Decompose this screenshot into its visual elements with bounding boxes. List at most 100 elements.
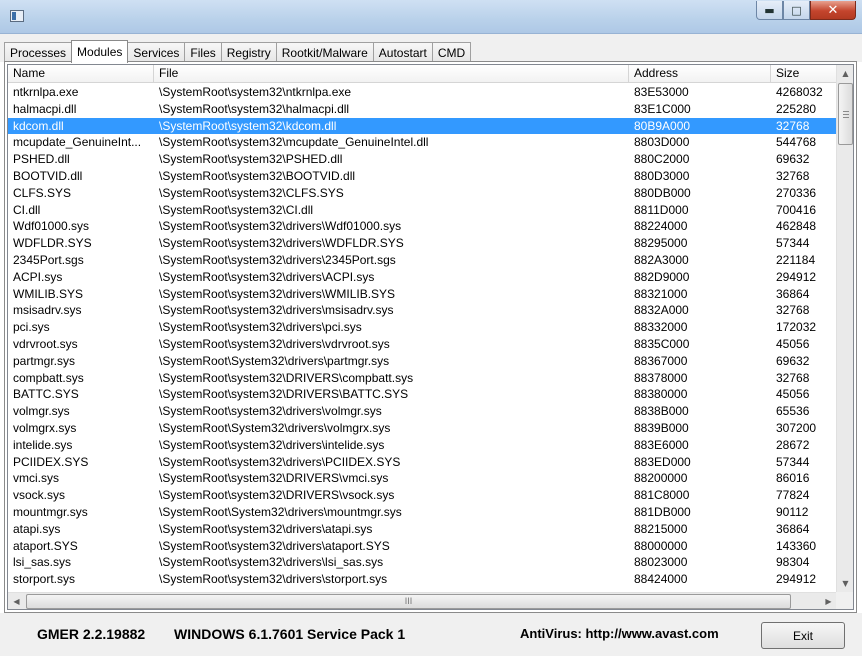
module-address: 88224000 — [634, 219, 688, 234]
title-bar: ▬ □ ✕ — [0, 0, 862, 34]
module-size: 69632 — [776, 353, 810, 368]
table-row[interactable]: intelide.sys \SystemRoot\system32\drivers… — [8, 437, 837, 454]
column-header-size[interactable]: Size — [771, 65, 837, 83]
table-row[interactable]: BOOTVID.dll \SystemRoot\system32\BOOTVID.… — [8, 168, 837, 185]
column-header-name[interactable]: Name — [8, 65, 154, 83]
module-size: 32768 — [776, 303, 810, 318]
module-address: 8832A000 — [634, 303, 689, 318]
module-name: BOOTVID.dll — [13, 168, 83, 183]
table-row[interactable]: PSHED.dll \SystemRoot\system32\PSHED.dll 8… — [8, 151, 837, 168]
module-address: 8839B000 — [634, 420, 689, 435]
module-file: \SystemRoot\system32\drivers\WDFLDR.SYS — [159, 236, 404, 251]
table-row[interactable]: ACPI.sys \SystemRoot\system32\drivers\ACP… — [8, 269, 837, 286]
table-row[interactable]: partmgr.sys \SystemRoot\System32\drivers\… — [8, 353, 837, 370]
scrollbar-corner — [836, 592, 853, 609]
module-address: 88378000 — [634, 370, 688, 385]
table-row[interactable]: pci.sys \SystemRoot\system32\drivers\pci.… — [8, 319, 837, 336]
module-size: 69632 — [776, 152, 810, 167]
table-row[interactable]: volmgr.sys \SystemRoot\system32\drivers\v… — [8, 403, 837, 420]
table-row[interactable]: storport.sys \SystemRoot\system32\drivers… — [8, 571, 837, 588]
horizontal-scroll-thumb[interactable]: III — [26, 594, 791, 609]
table-row[interactable]: vmci.sys \SystemRoot\system32\DRIVERS\vmc… — [8, 470, 837, 487]
module-file: \SystemRoot\system32\kdcom.dll — [159, 118, 337, 133]
module-name: volmgrx.sys — [13, 420, 77, 435]
table-row[interactable]: kdcom.dll \SystemRoot\system32\kdcom.dll 8… — [8, 117, 837, 135]
tab-registry[interactable]: Registry — [220, 42, 277, 62]
tab-files[interactable]: Files — [184, 42, 222, 62]
module-address: 880DB000 — [634, 185, 691, 200]
vertical-scroll-thumb[interactable] — [838, 83, 853, 145]
module-size: 45056 — [776, 387, 810, 402]
module-size: 307200 — [776, 420, 817, 435]
module-size: 86016 — [776, 471, 810, 486]
module-address: 88332000 — [634, 320, 688, 335]
app-icon — [10, 10, 24, 22]
scroll-right-icon[interactable]: ▶ — [820, 593, 837, 609]
scroll-up-icon[interactable]: ▲ — [837, 65, 853, 82]
module-name: BATTC.SYS — [13, 387, 79, 402]
table-row[interactable]: mcupdate_GenuineInt... \SystemRoot\system… — [8, 134, 837, 151]
vertical-scrollbar[interactable]: ▲ ▼ — [836, 65, 853, 592]
column-header-file[interactable]: File — [154, 65, 629, 83]
table-row[interactable]: volmgrx.sys \SystemRoot\System32\drivers\… — [8, 420, 837, 437]
module-name: kdcom.dll — [13, 118, 64, 133]
window-controls: ▬ □ ✕ — [756, 1, 856, 20]
table-row[interactable]: CI.dll \SystemRoot\system32\CI.dll 8811D00… — [8, 202, 837, 219]
table-row[interactable]: atapi.sys \SystemRoot\system32\drivers\at… — [8, 521, 837, 538]
module-file: \SystemRoot\system32\BOOTVID.dll — [159, 168, 356, 183]
table-row[interactable]: vsock.sys \SystemRoot\system32\DRIVERS\vs… — [8, 487, 837, 504]
tab-cmd[interactable]: CMD — [431, 42, 472, 62]
horizontal-scrollbar[interactable]: ◀ III ▶ — [8, 592, 837, 609]
table-row[interactable]: compbatt.sys \SystemRoot\system32\DRIVERS… — [8, 370, 837, 387]
list-rows: ntkrnlpa.exe \SystemRoot\system32\ntkrnlp… — [8, 84, 837, 592]
tab-services[interactable]: Services — [127, 42, 186, 62]
tab-bar: Processes Modules Services Files Registry Roo… — [0, 34, 862, 63]
module-file: \SystemRoot\system32\drivers\Wdf01000.sy… — [159, 219, 402, 234]
table-row[interactable]: WMILIB.SYS \SystemRoot\system32\drivers\W… — [8, 286, 837, 303]
table-row[interactable]: lsi_sas.sys \SystemRoot\system32\drivers\… — [8, 554, 837, 571]
scroll-down-icon[interactable]: ▼ — [837, 575, 853, 592]
module-name: compbatt.sys — [13, 370, 84, 385]
maximize-button[interactable]: □ — [783, 1, 810, 20]
module-address: 8835C000 — [634, 336, 690, 351]
tab-rootkit-malware[interactable]: Rootkit/Malware — [275, 42, 374, 62]
module-file: \SystemRoot\system32\drivers\pci.sys — [159, 320, 362, 335]
module-file: \SystemRoot\system32\drivers\vdrvroot.sy… — [159, 336, 390, 351]
exit-button[interactable]: Exit — [761, 622, 845, 649]
table-row[interactable]: PCIIDEX.SYS \SystemRoot\system32\drivers\… — [8, 454, 837, 471]
table-row[interactable]: vdrvroot.sys \SystemRoot\system32\drivers… — [8, 336, 837, 353]
module-size: 4268032 — [776, 85, 823, 99]
table-row[interactable]: msisadrv.sys \SystemRoot\system32\drivers… — [8, 302, 837, 319]
module-address: 88000000 — [634, 538, 688, 553]
module-file: \SystemRoot\system32\CLFS.SYS — [159, 185, 344, 200]
module-address: 881C8000 — [634, 488, 690, 503]
minimize-button[interactable]: ▬ — [756, 1, 783, 20]
tab-modules[interactable]: Modules — [71, 40, 129, 63]
table-row[interactable]: mountmgr.sys \SystemRoot\System32\drivers… — [8, 504, 837, 521]
column-header-address[interactable]: Address — [629, 65, 771, 83]
table-row[interactable]: WDFLDR.SYS \SystemRoot\system32\drivers\W… — [8, 235, 837, 252]
module-file: \SystemRoot\system32\drivers\intelide.sy… — [159, 437, 385, 452]
table-row[interactable]: BATTC.SYS \SystemRoot\system32\DRIVERS\BA… — [8, 386, 837, 403]
table-row[interactable]: ataport.SYS \SystemRoot\system32\drivers\… — [8, 538, 837, 555]
module-file: \SystemRoot\system32\PSHED.dll — [159, 152, 343, 167]
tab-autostart[interactable]: Autostart — [372, 42, 433, 62]
module-name: WMILIB.SYS — [13, 286, 84, 301]
module-name: halmacpi.dll — [13, 101, 77, 116]
table-row[interactable]: CLFS.SYS \SystemRoot\system32\CLFS.SYS 880… — [8, 185, 837, 202]
table-row[interactable]: ntkrnlpa.exe \SystemRoot\system32\ntkrnlp… — [8, 84, 837, 101]
table-row[interactable]: halmacpi.dll \SystemRoot\system32\halmacp… — [8, 101, 837, 118]
modules-list[interactable]: Name File Address Size ntkrnlpa.exe \SystemR… — [7, 64, 854, 610]
module-name: partmgr.sys — [13, 353, 76, 368]
module-name: PCIIDEX.SYS — [13, 454, 89, 469]
tab-processes[interactable]: Processes — [4, 42, 73, 62]
close-button[interactable]: ✕ — [810, 1, 856, 20]
module-file: \SystemRoot\system32\DRIVERS\BATTC.SYS — [159, 387, 409, 402]
scroll-left-icon[interactable]: ◀ — [8, 593, 25, 609]
table-row[interactable]: 2345Port.sgs \SystemRoot\system32\drivers… — [8, 252, 837, 269]
module-size: 544768 — [776, 135, 817, 150]
list-header: Name File Address Size — [8, 65, 837, 83]
table-row[interactable]: Wdf01000.sys \SystemRoot\system32\drivers… — [8, 218, 837, 235]
module-file: \SystemRoot\system32\ntkrnlpa.exe — [159, 85, 352, 99]
module-address: 880D3000 — [634, 168, 690, 183]
